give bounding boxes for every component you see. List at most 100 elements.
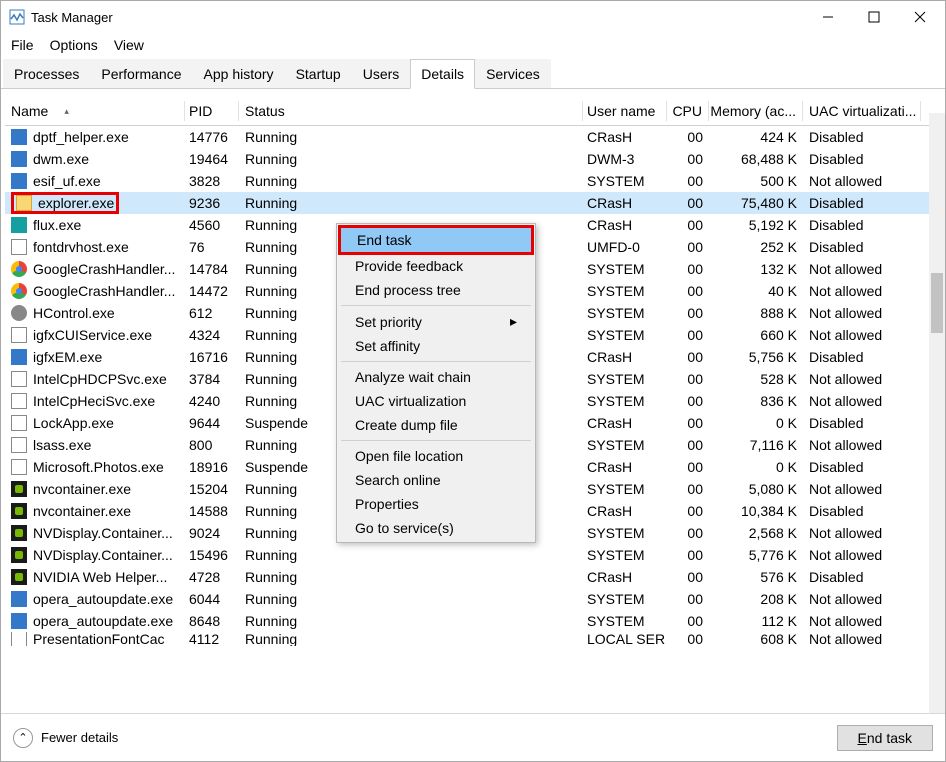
context-go-to-services[interactable]: Go to service(s) <box>339 516 533 540</box>
window-title: Task Manager <box>31 10 113 25</box>
context-set-affinity[interactable]: Set affinity <box>339 334 533 358</box>
menu-options[interactable]: Options <box>50 37 98 53</box>
table-row-partial[interactable]: PresentationFontCac 4112 Running LOCAL S… <box>5 632 941 646</box>
process-uac: Disabled <box>803 459 921 475</box>
process-cpu: 00 <box>667 173 709 189</box>
col-user[interactable]: User name <box>583 101 667 121</box>
col-mem[interactable]: Memory (ac... <box>709 101 803 121</box>
maximize-button[interactable] <box>851 2 897 32</box>
process-name: nvcontainer.exe <box>33 503 131 519</box>
process-uac: Disabled <box>803 503 921 519</box>
process-icon <box>11 283 27 299</box>
process-uac: Not allowed <box>803 305 921 321</box>
process-name: HControl.exe <box>33 305 115 321</box>
process-mem: 112 K <box>709 613 803 629</box>
context-properties[interactable]: Properties <box>339 492 533 516</box>
context-end-process-tree[interactable]: End process tree <box>339 278 533 302</box>
context-set-priority[interactable]: Set priority▸ <box>339 309 533 334</box>
process-icon <box>11 239 27 255</box>
process-mem: 5,776 K <box>709 547 803 563</box>
process-mem: 660 K <box>709 327 803 343</box>
process-mem: 2,568 K <box>709 525 803 541</box>
tab-details[interactable]: Details <box>410 59 475 89</box>
col-uac[interactable]: UAC virtualizati... <box>803 101 921 121</box>
process-pid: 6044 <box>185 591 239 607</box>
process-user: SYSTEM <box>583 173 667 189</box>
process-cpu: 00 <box>667 151 709 167</box>
process-uac: Not allowed <box>803 437 921 453</box>
process-cpu: 00 <box>667 393 709 409</box>
tab-bar: Processes Performance App history Startu… <box>1 59 945 89</box>
end-task-button[interactable]: End task <box>837 725 933 751</box>
process-user: SYSTEM <box>583 393 667 409</box>
context-analyze-wait-chain[interactable]: Analyze wait chain <box>339 365 533 389</box>
process-icon <box>11 459 27 475</box>
process-mem: 252 K <box>709 239 803 255</box>
context-provide-feedback[interactable]: Provide feedback <box>339 254 533 278</box>
process-name: IntelCpHeciSvc.exe <box>33 393 155 409</box>
process-cpu: 00 <box>667 283 709 299</box>
tab-services[interactable]: Services <box>475 59 551 88</box>
process-icon <box>11 129 27 145</box>
process-name: NVDisplay.Container... <box>33 547 173 563</box>
process-icon <box>11 327 27 343</box>
process-icon <box>11 371 27 387</box>
process-uac: Not allowed <box>803 173 921 189</box>
context-open-file-location[interactable]: Open file location <box>339 444 533 468</box>
titlebar: Task Manager <box>1 1 945 33</box>
process-pid: 612 <box>185 305 239 321</box>
col-status[interactable]: Status <box>239 101 583 121</box>
process-name: LockApp.exe <box>33 415 114 431</box>
process-name: GoogleCrashHandler... <box>33 261 175 277</box>
table-row[interactable]: dwm.exe19464RunningDWM-30068,488 KDisabl… <box>5 148 941 170</box>
menubar: File Options View <box>1 33 945 57</box>
process-mem: 5,756 K <box>709 349 803 365</box>
context-search-online[interactable]: Search online <box>339 468 533 492</box>
process-cpu: 00 <box>667 195 709 211</box>
process-uac: Not allowed <box>803 591 921 607</box>
process-uac: Not allowed <box>803 371 921 387</box>
process-user: UMFD-0 <box>583 239 667 255</box>
process-pid: 800 <box>185 437 239 453</box>
context-create-dump-file[interactable]: Create dump file <box>339 413 533 437</box>
context-end-task[interactable]: End task <box>341 228 531 252</box>
col-cpu[interactable]: CPU <box>667 101 709 121</box>
col-pid[interactable]: PID <box>185 101 239 121</box>
table-row[interactable]: explorer.exe9236RunningCRasH0075,480 KDi… <box>5 192 941 214</box>
minimize-button[interactable] <box>805 2 851 32</box>
scrollbar-thumb[interactable] <box>931 273 943 333</box>
menu-view[interactable]: View <box>114 37 144 53</box>
table-row[interactable]: esif_uf.exe3828RunningSYSTEM00500 KNot a… <box>5 170 941 192</box>
process-uac: Not allowed <box>803 613 921 629</box>
table-row[interactable]: NVDisplay.Container...15496RunningSYSTEM… <box>5 544 941 566</box>
col-name[interactable]: Name▴ <box>5 101 185 121</box>
tab-startup[interactable]: Startup <box>285 59 352 88</box>
table-row[interactable]: opera_autoupdate.exe6044RunningSYSTEM002… <box>5 588 941 610</box>
process-pid: 16716 <box>185 349 239 365</box>
fewer-details-label[interactable]: Fewer details <box>41 730 118 745</box>
tab-processes[interactable]: Processes <box>3 59 90 88</box>
process-name: flux.exe <box>33 217 81 233</box>
tab-app-history[interactable]: App history <box>193 59 285 88</box>
process-icon <box>11 481 27 497</box>
vertical-scrollbar[interactable] <box>929 113 945 733</box>
process-uac: Disabled <box>803 239 921 255</box>
tab-performance[interactable]: Performance <box>90 59 192 88</box>
table-row[interactable]: opera_autoupdate.exe8648RunningSYSTEM001… <box>5 610 941 632</box>
tab-users[interactable]: Users <box>352 59 411 88</box>
process-name: nvcontainer.exe <box>33 481 131 497</box>
context-uac-virtualization[interactable]: UAC virtualization <box>339 389 533 413</box>
process-status: Running <box>239 569 583 585</box>
process-pid: 14588 <box>185 503 239 519</box>
process-pid: 9236 <box>185 195 239 211</box>
process-mem: 424 K <box>709 129 803 145</box>
process-pid: 18916 <box>185 459 239 475</box>
maximize-icon <box>868 11 880 23</box>
close-button[interactable] <box>897 2 943 32</box>
process-name: igfxCUIService.exe <box>33 327 152 343</box>
fewer-details-toggle[interactable]: ⌃ <box>13 728 33 748</box>
table-row[interactable]: NVIDIA Web Helper...4728RunningCRasH0057… <box>5 566 941 588</box>
table-row[interactable]: dptf_helper.exe14776RunningCRasH00424 KD… <box>5 126 941 148</box>
menu-file[interactable]: File <box>11 37 34 53</box>
process-pid: 4240 <box>185 393 239 409</box>
